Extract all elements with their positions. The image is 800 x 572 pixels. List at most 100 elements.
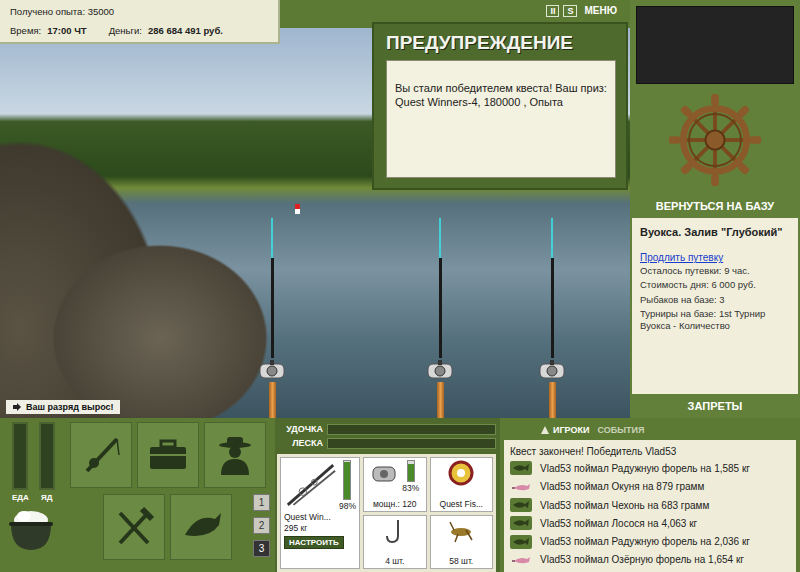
fishing-rod[interactable] <box>425 218 455 418</box>
rod-shaft <box>271 258 274 358</box>
arrow-icon <box>12 402 22 412</box>
tackle-box-icon <box>146 433 190 477</box>
grasshopper-icon <box>446 518 476 544</box>
event-row: Vlad53 поймал Радужную форель на 2,036 к… <box>510 532 790 550</box>
top-buttons: II S МЕНЮ <box>546 4 620 17</box>
feed-header: Квест закончен! Победитель Vlad53 <box>510 443 790 459</box>
reel-icon <box>538 358 566 382</box>
rod-handle <box>549 382 556 418</box>
rod-tip <box>551 218 553 258</box>
need-track <box>12 422 28 490</box>
info-detail: Турниры на базе: 1st Турнир Вуокса - Кол… <box>640 308 790 333</box>
rod-icon <box>284 460 337 510</box>
fishing-rod[interactable] <box>257 218 287 418</box>
event-row: Vlad53 поймал Озёрную форель на 1,654 кг <box>510 551 790 569</box>
rod-condition-bar <box>343 460 351 500</box>
feed-panel: ИГРОКИ СОБЫТИЯ Квест закончен! Победитель … <box>500 418 800 572</box>
top-button[interactable]: МЕНЮ <box>581 4 620 17</box>
tension-gauge: ЛЕСКА <box>277 436 496 450</box>
stats-panel: Получено опыта: 35000 Время:17:00 ЧТДеньг… <box>0 0 280 44</box>
tackle-box-tile[interactable] <box>137 422 199 488</box>
gauge-track <box>327 438 496 449</box>
fishing-rod[interactable] <box>537 218 567 418</box>
fish-icon <box>510 498 532 512</box>
rod-shaft <box>439 258 442 358</box>
feed-tab[interactable]: СОБЫТИЯ <box>597 425 644 435</box>
fisherman-icon <box>213 433 257 477</box>
top-button[interactable]: S <box>563 5 577 17</box>
page-buttons: 1 2 3 <box>253 494 270 560</box>
rank-notice: Ваш разряд вырос! <box>6 400 120 414</box>
food-tile[interactable] <box>103 494 165 560</box>
info-detail: Рыбаков на базе: 3 <box>640 294 790 306</box>
rod-shaft <box>551 258 554 358</box>
hook-slot[interactable]: 4 шт. <box>363 515 427 570</box>
fishing-view: II S МЕНЮ Ваш разряд вырос! Получено опыта: … <box>0 0 630 418</box>
reel-icon <box>426 358 454 382</box>
bait-slot[interactable]: 58 шт. <box>430 515 494 570</box>
bans-button[interactable]: ЗАПРЕТЫ <box>630 394 800 418</box>
reel-icon <box>370 460 400 486</box>
event-row: Vlad53 поймал Радужную форель на 1,585 к… <box>510 459 790 477</box>
warning-dialog: ПРЕДУПРЕЖДЕНИЕВы стали победителем квест… <box>372 22 628 190</box>
event-row: Vlad53 поймал Окуня на 879 грамм <box>510 478 790 496</box>
feed-tab[interactable]: ИГРОКИ <box>540 425 589 435</box>
minimap-box <box>636 6 794 84</box>
fish-icon <box>510 516 532 530</box>
need-meter: ЕДА <box>12 422 29 502</box>
reel-condition-bar <box>407 460 415 482</box>
vitals: ЕДА ЯД <box>6 422 64 572</box>
actions-panel: ЕДА ЯД 1 2 3 <box>0 418 275 572</box>
rod-tip <box>271 218 273 258</box>
warning-title: ПРЕДУПРЕЖДЕНИЕ <box>386 24 616 60</box>
hook-icon <box>380 518 410 544</box>
gauge-track <box>327 424 496 435</box>
warning-message: Вы стали победителем квеста! Ваш приз: Q… <box>386 60 616 178</box>
float-icon <box>295 204 300 214</box>
event-row: Vlad53 поймал Чехонь на 683 грамм <box>510 496 790 514</box>
rod-tip <box>439 218 441 258</box>
tension-gauge: УДОЧКА <box>277 422 496 436</box>
page-button[interactable]: 3 <box>253 540 270 557</box>
fish-icon <box>179 505 223 549</box>
rod-slot[interactable]: 98%Quest Win...295 кгНАСТРОИТЬ <box>280 457 360 569</box>
rod-icon <box>79 433 123 477</box>
extend-permit-link[interactable]: Продлить путевку <box>640 252 790 263</box>
time-money: Время:17:00 ЧТДеньги:286 684 491 руб. <box>10 25 268 36</box>
helm-area <box>630 84 800 196</box>
fish-icon <box>510 461 532 475</box>
reel-icon <box>258 358 286 382</box>
info-detail: Стоимость дня: 6 000 руб. <box>640 279 790 291</box>
helm-icon[interactable] <box>667 92 763 188</box>
reel-slot[interactable]: 83%мощн.: 120 <box>363 457 427 512</box>
location-title: Вуокса. Залив "Глубокий" <box>640 226 790 238</box>
tackle-panel: УДОЧКАЛЕСКА 98%Quest Win...295 кгНАСТРОИТ… <box>275 418 500 572</box>
base-panel: ВЕРНУТЬСЯ НА БАЗУВуокса. Залив "Глубокий… <box>630 0 800 418</box>
experience-text: Получено опыта: 35000 <box>10 6 268 17</box>
lure-icon <box>510 480 532 494</box>
lure-icon <box>510 553 532 567</box>
fish-icon <box>510 535 532 549</box>
top-button[interactable]: II <box>546 5 559 17</box>
rod-handle <box>269 382 276 418</box>
rod-handle <box>437 382 444 418</box>
page-button[interactable]: 2 <box>253 517 270 534</box>
game-screen: II S МЕНЮ Ваш разряд вырос! Получено опыта: … <box>0 0 800 572</box>
fish-tile[interactable] <box>170 494 232 560</box>
setup-button[interactable]: НАСТРОИТЬ <box>284 536 344 549</box>
line-spool-icon <box>446 460 476 486</box>
pot-icon[interactable] <box>6 508 56 552</box>
info-detail: Осталось путевки: 9 час. <box>640 265 790 277</box>
fork-knife-icon <box>112 505 156 549</box>
need-meter: ЯД <box>39 422 55 502</box>
need-track <box>39 422 55 490</box>
triangle-icon <box>540 425 550 435</box>
line-slot[interactable]: Quest Fis... <box>430 457 494 512</box>
rod-tile[interactable] <box>70 422 132 488</box>
event-row: Vlad53 поймал Лосося на 4,063 кг <box>510 514 790 532</box>
fisherman-tile[interactable] <box>204 422 266 488</box>
page-button[interactable]: 1 <box>253 494 270 511</box>
return-to-base-button[interactable]: ВЕРНУТЬСЯ НА БАЗУ <box>630 196 800 218</box>
base-info: Вуокса. Залив "Глубокий" Продлить путевку… <box>632 218 798 394</box>
event-list: Квест закончен! Победитель Vlad53Vlad53 … <box>504 440 796 572</box>
